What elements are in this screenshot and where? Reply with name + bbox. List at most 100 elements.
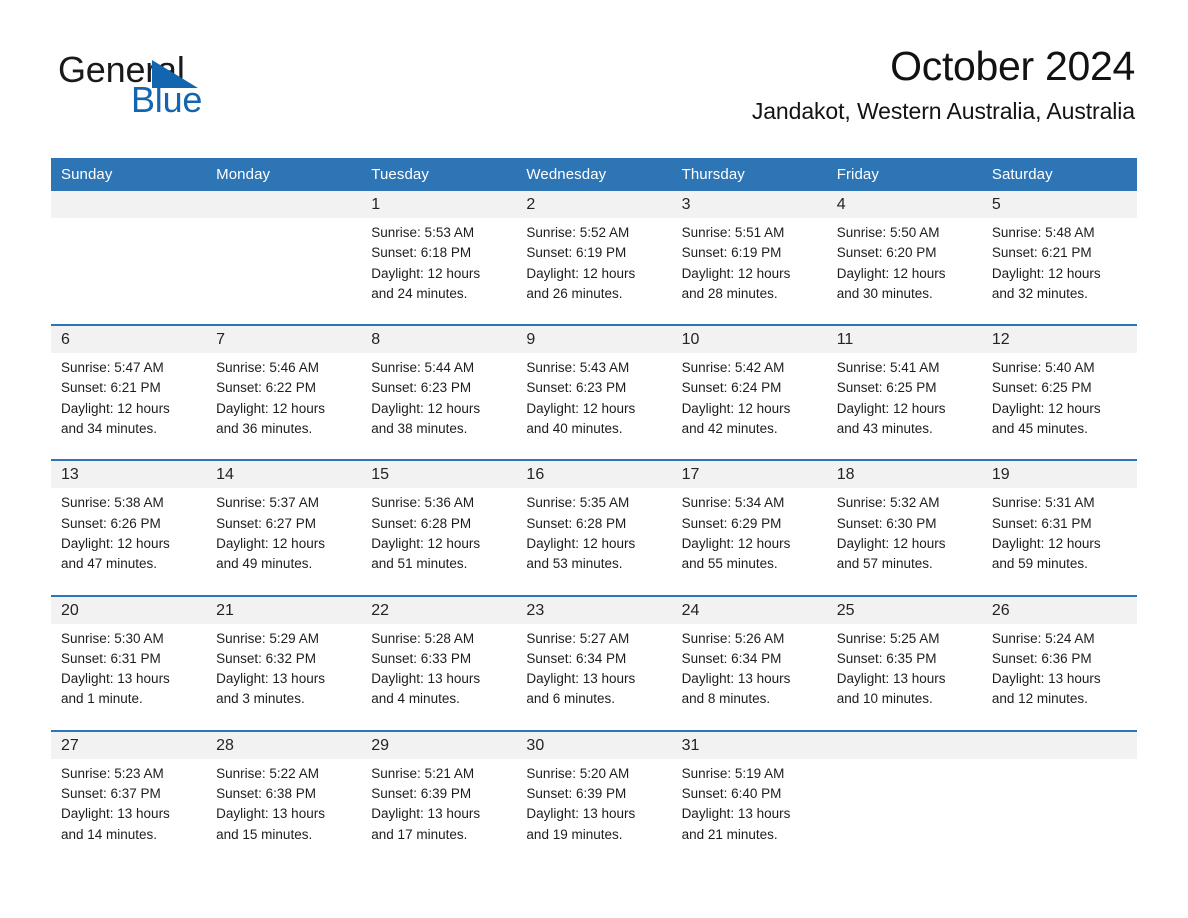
day-number[interactable]: 22 [361, 594, 517, 624]
day-cell[interactable]: Sunrise: 5:24 AM Sunset: 6:36 PM Daylight:… [981, 623, 1137, 731]
sunrise-text: Sunrise: 5:19 AM [681, 765, 785, 781]
day-cell[interactable]: Sunrise: 5:50 AM Sunset: 6:20 PM Daylight:… [826, 218, 982, 326]
calendar-week-date-row: 12345 [51, 191, 1137, 218]
sunset-text: Sunset: 6:22 PM [216, 380, 316, 396]
day-cell[interactable]: Sunrise: 5:34 AM Sunset: 6:29 PM Daylight:… [671, 488, 827, 596]
day-number[interactable]: 10 [671, 324, 827, 354]
sunset-text: Sunset: 6:26 PM [61, 515, 161, 531]
daylight-text: Daylight: 13 hours and 6 minutes. [526, 671, 636, 707]
weekday-header-monday: Monday [206, 158, 362, 191]
sunset-text: Sunset: 6:34 PM [681, 650, 782, 666]
sunrise-text: Sunrise: 5:52 AM [526, 225, 630, 240]
day-cell[interactable]: Sunrise: 5:27 AM Sunset: 6:34 PM Daylight:… [516, 623, 672, 731]
day-number[interactable]: 13 [51, 459, 207, 489]
sunrise-text: Sunrise: 5:30 AM [61, 630, 164, 646]
sunrise-text: Sunrise: 5:42 AM [681, 360, 785, 376]
general-blue-logo[interactable]: General Blue [58, 52, 278, 124]
day-number[interactable]: 11 [826, 324, 982, 354]
daylight-text: Daylight: 12 hours and 55 minutes. [681, 535, 791, 572]
day-number[interactable]: 20 [51, 594, 207, 624]
day-number[interactable]: 18 [826, 459, 982, 489]
sunset-text: Sunset: 6:32 PM [216, 650, 316, 666]
sunset-text: Sunset: 6:27 PM [216, 515, 316, 531]
day-cell[interactable]: Sunrise: 5:51 AM Sunset: 6:19 PM Daylight:… [671, 218, 827, 326]
day-cell[interactable]: Sunrise: 5:41 AM Sunset: 6:25 PM Daylight:… [826, 353, 982, 461]
calendar-header-row: Sunday Monday Tuesday Wednesday Thursday… [51, 158, 1137, 191]
day-cell[interactable]: Sunrise: 5:44 AM Sunset: 6:23 PM Daylight:… [361, 353, 517, 461]
day-cell[interactable]: Sunrise: 5:26 AM Sunset: 6:34 PM Daylight:… [671, 623, 827, 731]
day-number[interactable]: 29 [361, 729, 517, 759]
day-number[interactable]: 8 [361, 324, 517, 354]
day-number[interactable]: 1 [361, 191, 517, 218]
day-number[interactable]: 30 [516, 729, 672, 759]
day-cell[interactable]: Sunrise: 5:28 AM Sunset: 6:33 PM Daylight:… [361, 623, 517, 731]
sunset-text: Sunset: 6:37 PM [61, 786, 161, 802]
sunrise-text: Sunrise: 5:37 AM [216, 495, 319, 511]
day-cell[interactable]: Sunrise: 5:30 AM Sunset: 6:31 PM Daylight:… [51, 623, 207, 731]
day-cell[interactable]: Sunrise: 5:37 AM Sunset: 6:27 PM Daylight:… [206, 488, 362, 596]
day-cell[interactable]: Sunrise: 5:20 AM Sunset: 6:39 PM Daylight:… [516, 758, 672, 866]
sunrise-text: Sunrise: 5:26 AM [681, 630, 785, 646]
day-cell[interactable]: Sunrise: 5:19 AM Sunset: 6:40 PM Daylight:… [671, 758, 827, 866]
day-number[interactable]: 3 [671, 191, 827, 218]
day-number[interactable]: 9 [516, 324, 672, 354]
sunset-text: Sunset: 6:25 PM [836, 380, 937, 396]
day-number[interactable]: 25 [826, 594, 982, 624]
sunrise-text: Sunrise: 5:24 AM [991, 630, 1095, 646]
day-number[interactable]: 23 [516, 594, 672, 624]
sunset-text: Sunset: 6:28 PM [526, 515, 627, 531]
day-cell[interactable]: Sunrise: 5:53 AM Sunset: 6:18 PM Daylight:… [361, 218, 517, 326]
sunrise-text: Sunrise: 5:47 AM [61, 360, 164, 376]
day-cell-empty [51, 218, 207, 326]
day-number[interactable]: 26 [981, 594, 1137, 624]
day-number[interactable]: 7 [206, 324, 362, 354]
day-cell[interactable]: Sunrise: 5:31 AM Sunset: 6:31 PM Daylight:… [981, 488, 1137, 596]
day-cell[interactable]: Sunrise: 5:38 AM Sunset: 6:26 PM Daylight:… [51, 488, 207, 596]
day-number[interactable]: 14 [206, 459, 362, 489]
calendar-week-date-row: 13 14 15 16 17 18 19 [51, 459, 1137, 489]
day-number[interactable]: 28 [206, 729, 362, 759]
day-number[interactable]: 27 [51, 729, 207, 759]
day-number[interactable]: 21 [206, 594, 362, 624]
sunset-text: Sunset: 6:39 PM [371, 786, 472, 802]
day-number[interactable]: 15 [361, 459, 517, 489]
day-number-empty [981, 729, 1137, 759]
day-cell[interactable]: Sunrise: 5:46 AM Sunset: 6:22 PM Daylight:… [206, 353, 362, 461]
daylight-text: Daylight: 13 hours and 4 minutes. [371, 671, 481, 707]
day-cell[interactable]: Sunrise: 5:42 AM Sunset: 6:24 PM Daylight:… [671, 353, 827, 461]
day-number[interactable]: 2 [516, 191, 672, 218]
day-number[interactable]: 16 [516, 459, 672, 489]
daylight-text: Daylight: 13 hours and 1 minute. [61, 671, 170, 707]
day-cell[interactable]: Sunrise: 5:43 AM Sunset: 6:23 PM Daylight:… [516, 353, 672, 461]
day-cell[interactable]: Sunrise: 5:36 AM Sunset: 6:28 PM Daylight:… [361, 488, 517, 596]
day-cell[interactable]: Sunrise: 5:23 AM Sunset: 6:37 PM Daylight:… [51, 758, 207, 866]
logo-text-blue: Blue [131, 79, 203, 120]
day-cell[interactable]: Sunrise: 5:29 AM Sunset: 6:32 PM Daylight:… [206, 623, 362, 731]
day-cell[interactable]: Sunrise: 5:25 AM Sunset: 6:35 PM Daylight:… [826, 623, 982, 731]
day-cell[interactable]: Sunrise: 5:52 AM Sunset: 6:19 PM Daylight:… [516, 218, 672, 326]
sunset-text: Sunset: 6:36 PM [991, 650, 1092, 666]
day-number[interactable]: 12 [981, 324, 1137, 354]
sunset-text: Sunset: 6:18 PM [371, 245, 472, 261]
sunrise-text: Sunrise: 5:28 AM [371, 630, 475, 646]
day-cell[interactable]: Sunrise: 5:22 AM Sunset: 6:38 PM Daylight:… [206, 758, 362, 866]
day-cell[interactable]: Sunrise: 5:35 AM Sunset: 6:28 PM Daylight:… [516, 488, 672, 596]
sunrise-text: Sunrise: 5:46 AM [216, 360, 319, 376]
day-number[interactable]: 6 [51, 324, 207, 354]
calendar-week-info-row: Sunrise: 5:30 AM Sunset: 6:31 PM Daylight:… [51, 623, 1137, 731]
day-cell[interactable]: Sunrise: 5:32 AM Sunset: 6:30 PM Daylight:… [826, 488, 982, 596]
day-cell[interactable]: Sunrise: 5:47 AM Sunset: 6:21 PM Daylight:… [51, 353, 207, 461]
day-number[interactable]: 4 [826, 191, 982, 218]
day-cell[interactable]: Sunrise: 5:21 AM Sunset: 6:39 PM Daylight:… [361, 758, 517, 866]
day-number[interactable]: 17 [671, 459, 827, 489]
sunset-text: Sunset: 6:19 PM [681, 245, 782, 261]
sunrise-text: Sunrise: 5:27 AM [526, 630, 630, 646]
calendar-week-date-row: 20 21 22 23 24 25 26 [51, 594, 1137, 624]
day-number[interactable]: 5 [981, 191, 1137, 218]
sunrise-text: Sunrise: 5:23 AM [61, 765, 164, 781]
day-cell[interactable]: Sunrise: 5:40 AM Sunset: 6:25 PM Daylight:… [981, 353, 1137, 461]
day-number[interactable]: 19 [981, 459, 1137, 489]
day-number[interactable]: 31 [671, 729, 827, 759]
day-cell[interactable]: Sunrise: 5:48 AM Sunset: 6:21 PM Daylight:… [981, 218, 1137, 326]
day-number[interactable]: 24 [671, 594, 827, 624]
